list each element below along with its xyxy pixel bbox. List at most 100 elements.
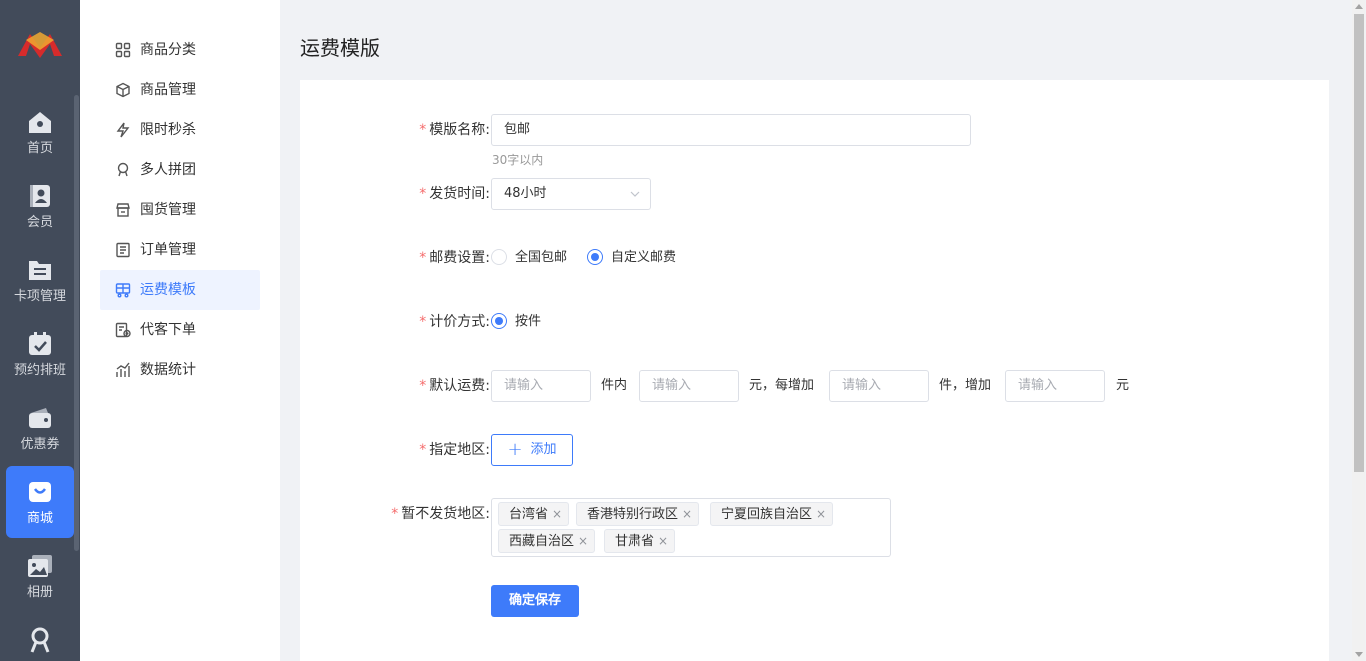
order-icon [116,242,130,258]
submenu-item-label: 商品管理 [140,82,196,98]
grid-icon [115,42,131,58]
region-tag: 西藏自治区 × [498,529,596,553]
postage-radio-custom[interactable]: 自定义邮费 [587,242,676,274]
flash-icon [116,122,130,138]
rail-item-label: 优惠券 [20,437,60,452]
home-icon [29,112,51,133]
ship-time-select[interactable]: 48小时 [491,178,651,210]
rail-item-staff[interactable] [6,614,74,661]
add-region-button[interactable]: + 添加 [491,434,573,466]
plus-icon: + [507,439,523,460]
submenu-item-statistics[interactable]: 数据统计 [100,350,260,390]
page-scrollbar[interactable] [1352,0,1365,661]
chevron-down-icon [630,191,640,197]
submenu-item-shipping-template[interactable]: 运费模板 [100,270,260,310]
rail-item-label: 卡项管理 [13,289,66,304]
postage-label: * 邮费设置: [419,250,490,266]
rail-item-album[interactable]: 相册 [6,540,74,612]
box-icon [116,82,130,98]
region-tag: 宁夏回族自治区 × [710,502,834,526]
close-icon[interactable]: × [658,530,668,552]
ship-time-label: * 发货时间: [419,186,490,202]
region-tag: 香港特别行政区 × [576,502,700,526]
close-icon[interactable]: × [816,503,826,525]
submenu-item-label: 限时秒杀 [140,122,196,138]
store-icon [116,203,130,217]
scrollbar-thumb[interactable] [1354,14,1364,472]
region-tag: 甘肃省 × [604,529,676,553]
submenu-item-label: 囤货管理 [140,202,196,218]
rail-item-label: 首页 [26,141,53,156]
submenu-item-goods[interactable]: 商品管理 [100,70,260,110]
postage-radio-free[interactable]: 全国包邮 [491,242,567,274]
card-folder-icon [29,261,51,280]
pricing-label: * 计价方式: [419,314,490,330]
radio-unchecked [491,248,507,265]
submenu-item-label: 订单管理 [140,242,196,258]
rail-item-schedule[interactable]: 预约排班 [6,318,74,390]
wallet-icon [29,408,51,428]
scroll-up-icon[interactable] [1355,4,1363,9]
template-name-hint: 30字以内 [492,153,544,167]
submenu-item-label: 代客下单 [140,322,196,338]
submenu-item-flash-sale[interactable]: 限时秒杀 [100,110,260,150]
main-nav-rail: 首页 会员 卡项管理 预约排班 优惠券 商城 相册 [0,0,80,661]
truck-icon [115,283,131,298]
brand-logo [18,32,62,58]
pricing-radio-per-item[interactable]: 按件 [491,306,541,338]
chart-icon [116,362,130,377]
additional-fee-input[interactable]: 请输入 [1005,370,1105,402]
submenu-item-proxy-order[interactable]: 代客下单 [100,310,260,350]
submenu-item-group-buy[interactable]: 多人拼团 [100,150,260,190]
rail-item-label: 会员 [26,215,53,230]
rail-item-member[interactable]: 会员 [6,170,74,242]
proxy-order-icon [115,322,131,338]
first-fee-input[interactable]: 请输入 [639,370,739,402]
rail-scrollbar[interactable] [74,95,79,551]
region-label: * 指定地区: [419,442,490,458]
ship-time-value: 48小时 [504,186,547,201]
member-icon [30,185,50,207]
unit-text-2: 元，每增加 [749,378,815,393]
rail-item-card[interactable]: 卡项管理 [6,244,74,316]
no-ship-tag-box[interactable]: 台湾省 × 香港特别行政区 × 宁夏回族自治区 × 西藏自治区 × 甘肃省 × [491,498,891,557]
rail-item-label: 预约排班 [13,363,66,378]
user-group-icon [30,627,50,653]
submenu-item-orders[interactable]: 订单管理 [100,230,260,270]
close-icon[interactable]: × [682,503,692,525]
template-name-input[interactable]: 包邮 [491,114,971,146]
submenu-item-label: 运费模板 [140,282,196,298]
unit-text-1: 件内 [601,378,628,393]
template-name-label: * 模版名称: [419,122,490,138]
region-tag: 台湾省 × [498,502,570,526]
save-button[interactable]: 确定保存 [491,585,579,617]
required-mark: * [419,122,427,138]
calendar-icon [29,332,51,355]
submenu-item-label: 多人拼团 [140,162,196,178]
submenu-item-label: 商品分类 [140,42,196,58]
first-items-input[interactable]: 请输入 [491,370,591,402]
close-icon[interactable]: × [578,530,588,552]
submenu-item-label: 数据统计 [140,362,196,378]
submenu-item-stock[interactable]: 囤货管理 [100,190,260,230]
rail-item-mall[interactable]: 商城 [6,466,74,538]
close-icon[interactable]: × [552,503,562,525]
rail-item-home[interactable]: 首页 [6,96,74,168]
additional-items-input[interactable]: 请输入 [829,370,929,402]
scroll-down-icon[interactable] [1355,652,1363,657]
unit-text-3: 件，增加 [939,378,992,393]
unit-text-4: 元 [1116,378,1130,393]
default-fee-label: * 默认运费: [419,378,490,394]
radio-checked [587,248,603,265]
album-icon [28,555,52,577]
group-icon [117,162,129,177]
rail-item-coupon[interactable]: 优惠券 [6,392,74,464]
no-ship-label: * 暂不发货地区: [391,506,490,522]
submenu-item-category[interactable]: 商品分类 [100,30,260,70]
rail-item-label: 相册 [26,585,53,600]
shipping-template-form: * 模版名称: 包邮 30字以内 * 发货时间: 48小时 * 邮费设置: 全国包邮 … [300,80,1329,661]
rail-item-label: 商城 [26,511,53,526]
radio-checked [491,312,507,329]
page-title: 运费模版 [300,36,380,60]
mall-submenu: 商品分类 商品管理 限时秒杀 多人拼团 囤货管理 订单管理 运费模板 代客下单 … [80,0,280,661]
